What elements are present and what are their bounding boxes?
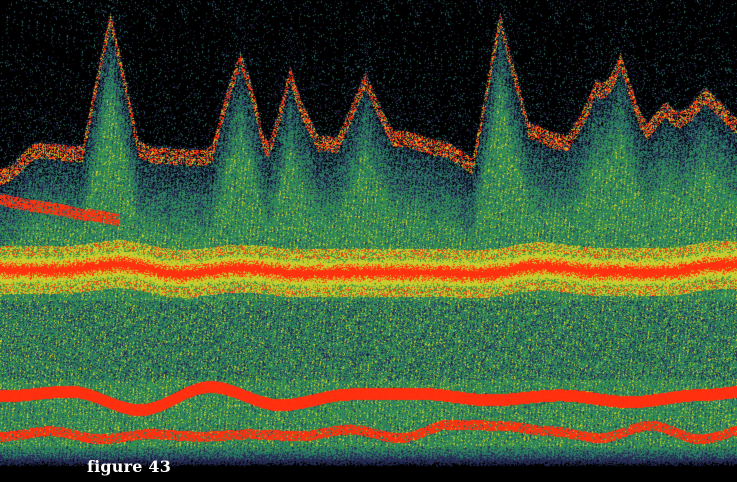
figure-caption: figure 43 — [87, 457, 172, 476]
echogram-image — [0, 0, 737, 482]
